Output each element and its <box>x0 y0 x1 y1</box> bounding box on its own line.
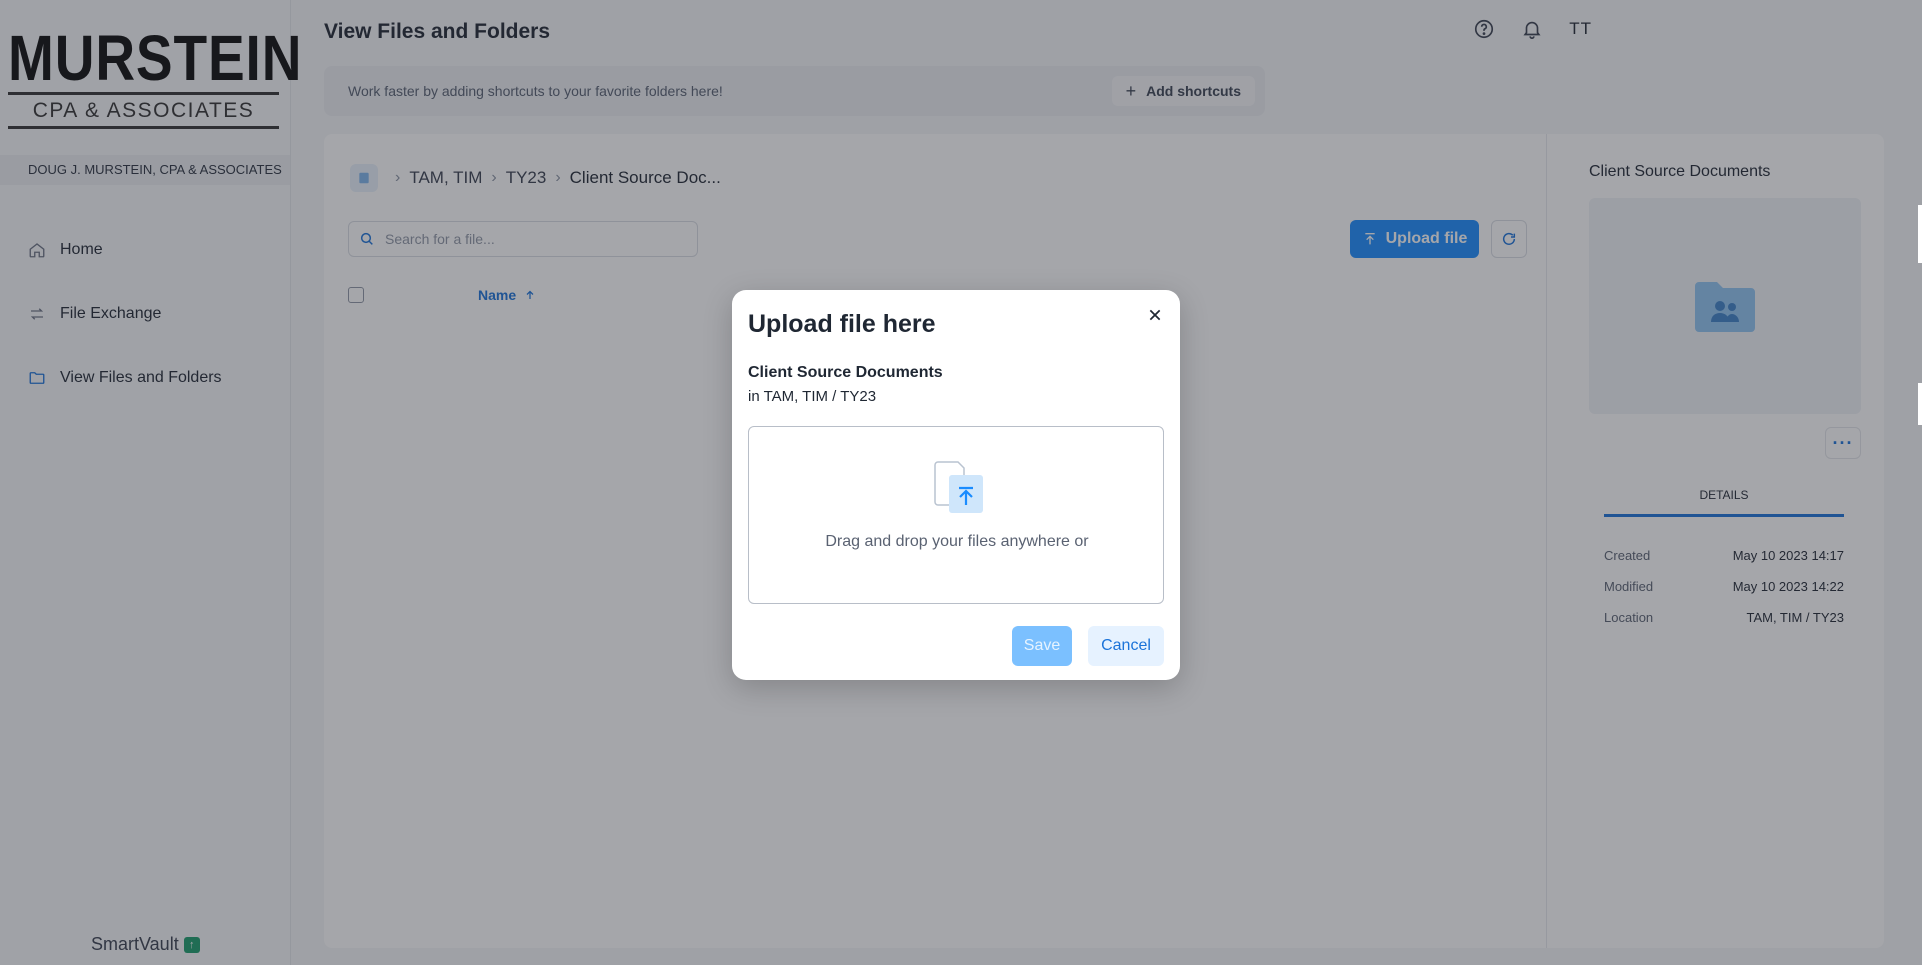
window-edge-highlight <box>1918 383 1922 425</box>
cancel-button[interactable]: Cancel <box>1088 626 1164 666</box>
dropzone-text: Drag and drop your files anywhere or <box>825 533 1089 550</box>
dialog-folder-path: in TAM, TIM / TY23 <box>748 388 877 405</box>
upload-dialog: Upload file here Client Source Documents… <box>732 290 1180 680</box>
save-button[interactable]: Save <box>1012 626 1072 666</box>
close-icon[interactable] <box>1144 304 1166 326</box>
file-upload-icon <box>934 461 983 513</box>
dialog-title: Upload file here <box>748 310 936 338</box>
dialog-folder-name: Client Source Documents <box>748 364 943 381</box>
window-edge-highlight <box>1918 205 1922 263</box>
file-dropzone[interactable]: Drag and drop your files anywhere or <box>748 426 1164 604</box>
